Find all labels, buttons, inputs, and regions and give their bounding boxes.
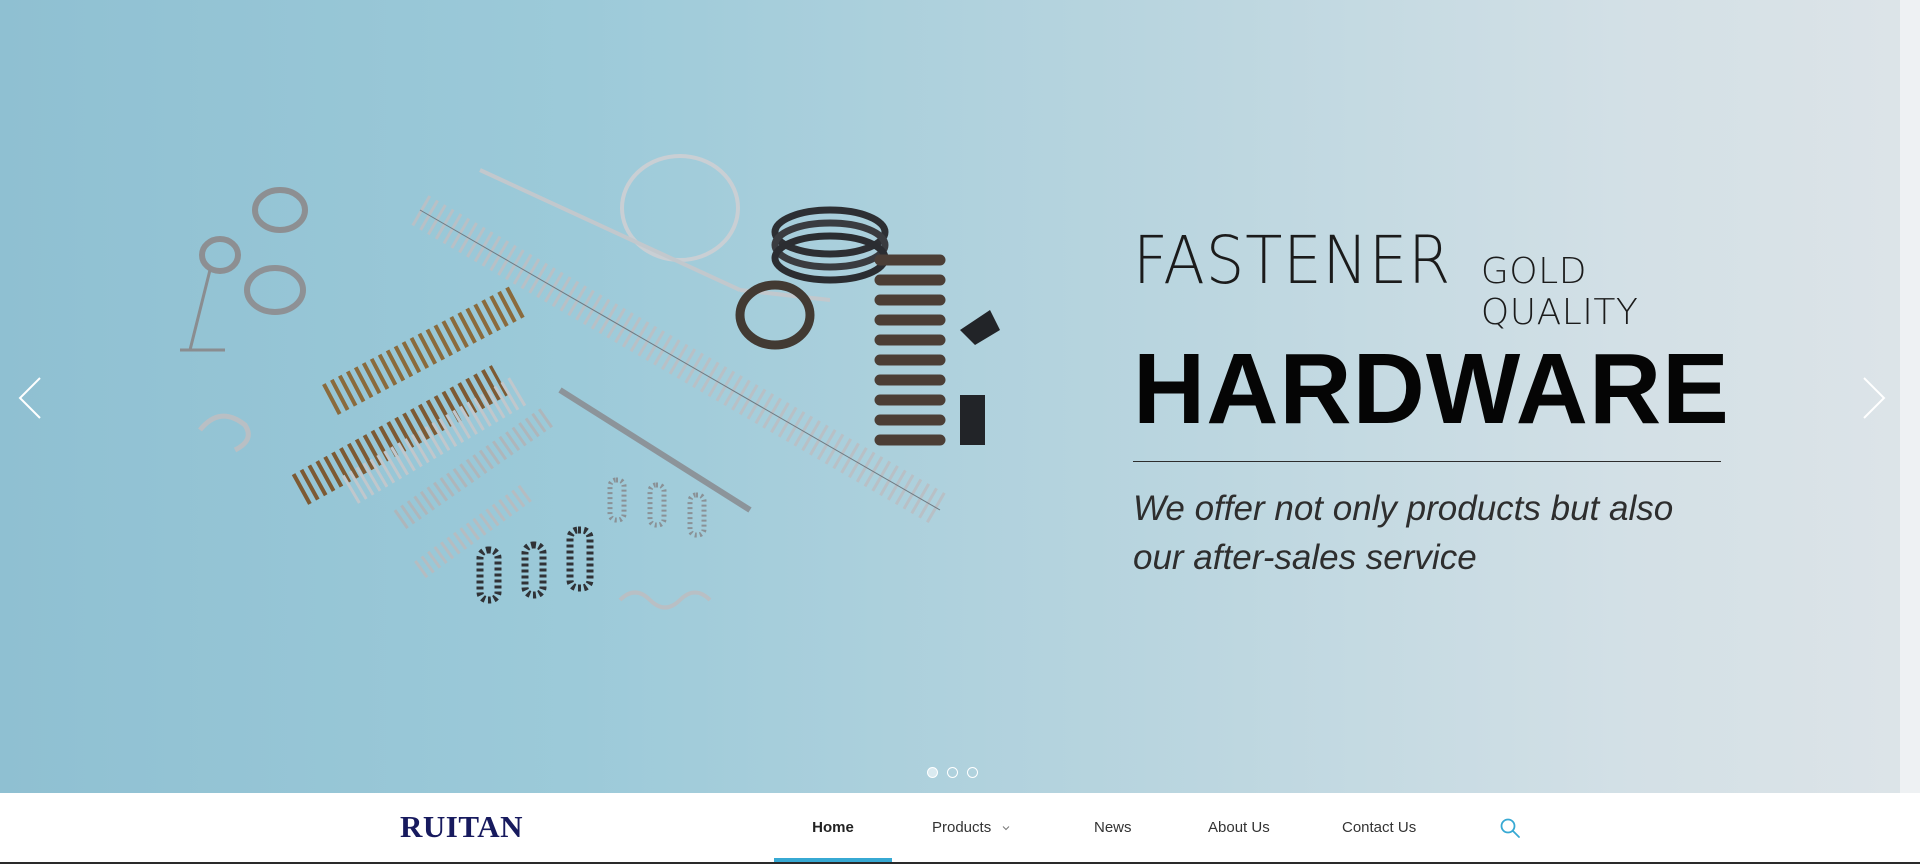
chevron-left-icon	[18, 377, 41, 419]
hero-tagline: We offer not only products but also our …	[1133, 489, 1674, 577]
hero-divider	[1133, 461, 1721, 462]
slider-dot-2[interactable]	[947, 767, 958, 778]
nav-item-about-us[interactable]: About Us	[1208, 793, 1270, 862]
page-scrollbar-track[interactable]	[1900, 0, 1920, 793]
slider-dots	[927, 767, 978, 778]
slider-prev-button[interactable]	[16, 374, 46, 422]
nav-item-products[interactable]: Products	[932, 793, 1011, 862]
nav-item-contact-us[interactable]: Contact Us	[1342, 793, 1416, 862]
springs-collection-image	[180, 154, 1000, 610]
hero-slider: FASTENER GOLD QUALITY HARDWARE We offer …	[0, 0, 1920, 793]
compression-spring	[874, 254, 946, 446]
dark-torsion-spring	[771, 206, 889, 284]
active-tab-indicator	[774, 858, 892, 862]
nav-item-label: Products	[932, 819, 992, 836]
chevron-right-icon	[1863, 377, 1886, 419]
hero-line-one: FASTENER GOLD QUALITY	[1133, 222, 1733, 333]
slider-dot-3[interactable]	[967, 767, 978, 778]
slider-next-button[interactable]	[1858, 374, 1888, 422]
search-icon	[1500, 818, 1520, 838]
nav-item-label: News	[1094, 819, 1132, 836]
chevron-down-icon	[1002, 825, 1010, 830]
hero-gold-quality-text: GOLD QUALITY	[1480, 251, 1639, 333]
hero-fastener-text: FASTENER	[1133, 222, 1452, 299]
hero-text: FASTENER GOLD QUALITY HARDWARE We offer …	[1133, 222, 1733, 582]
slider-dot-1[interactable]	[927, 767, 938, 778]
page: FASTENER GOLD QUALITY HARDWARE We offer …	[0, 0, 1920, 864]
site-logo[interactable]: RUITAN	[400, 809, 523, 845]
nav-item-label: About Us	[1208, 819, 1270, 836]
nav-item-label: Contact Us	[1342, 819, 1417, 836]
hero-headline: HARDWARE	[1133, 333, 1730, 445]
nav-item-home[interactable]: Home	[774, 793, 892, 862]
nav-item-label: Home	[812, 819, 854, 836]
nav-item-news[interactable]: News	[1094, 793, 1132, 862]
silver-springs	[341, 376, 557, 579]
main-navbar: RUITAN Home Products News About Us Conta…	[0, 793, 1920, 864]
small-grey-springs	[607, 477, 707, 538]
search-button[interactable]	[1499, 817, 1521, 839]
small-dark-springs	[476, 526, 594, 604]
